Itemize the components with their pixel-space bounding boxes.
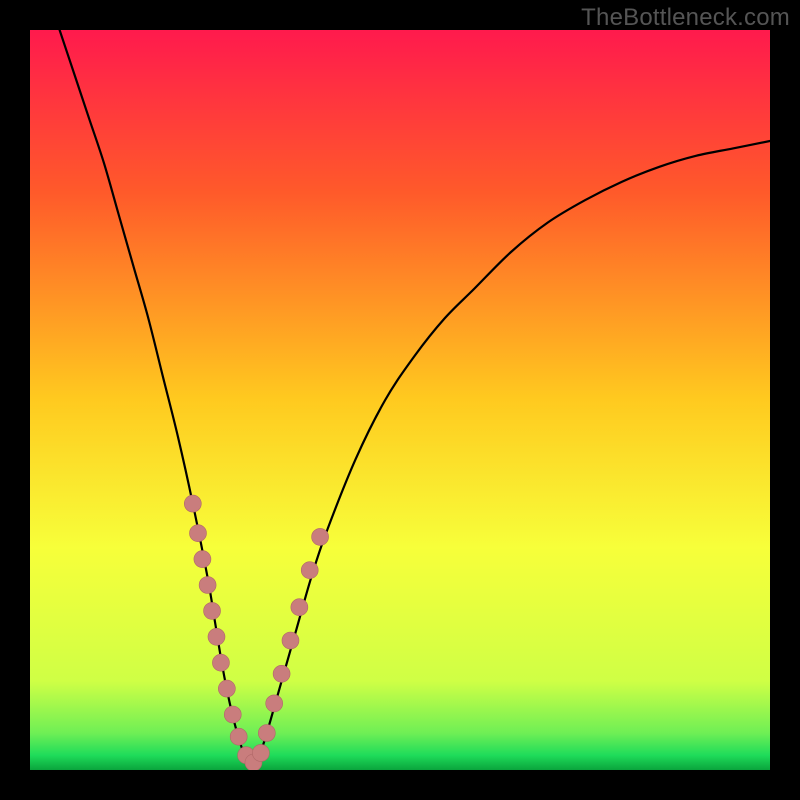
watermark-text: TheBottleneck.com (581, 4, 790, 32)
marker-point (212, 654, 229, 671)
marker-point (204, 602, 221, 619)
marker-point (230, 728, 247, 745)
chart-svg (30, 30, 770, 770)
marker-point (258, 725, 275, 742)
marker-point (291, 599, 308, 616)
marker-point (184, 495, 201, 512)
marker-point (266, 695, 283, 712)
marker-point (189, 525, 206, 542)
plot-area (30, 30, 770, 770)
marker-point (252, 744, 269, 761)
marker-point (282, 632, 299, 649)
marker-point (273, 665, 290, 682)
marker-point (312, 528, 329, 545)
marker-point (208, 628, 225, 645)
bottleneck-curve (60, 30, 770, 766)
marker-point (199, 577, 216, 594)
marker-group (184, 495, 328, 770)
marker-point (224, 706, 241, 723)
marker-point (194, 551, 211, 568)
outer-frame: TheBottleneck.com (0, 0, 800, 800)
marker-point (301, 562, 318, 579)
marker-point (218, 680, 235, 697)
